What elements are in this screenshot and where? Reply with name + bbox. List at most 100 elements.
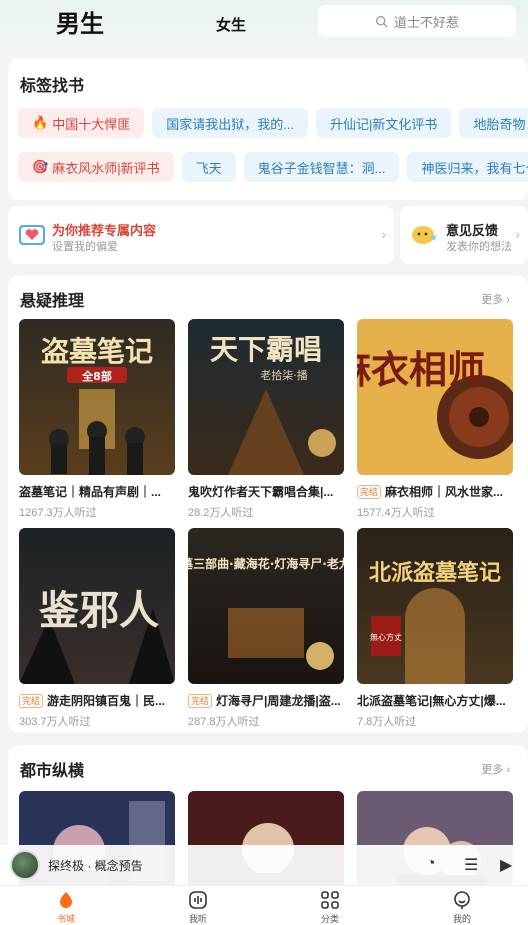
playlist-icon[interactable]: ☰ xyxy=(464,855,478,875)
tag-chip[interactable]: 地胎奇物 xyxy=(459,108,528,138)
search-placeholder: 道士不好惹 xyxy=(393,14,459,30)
book-card[interactable]: 盗墓三部曲·藏海花·灯海寻尸·老九门 完结灯海寻尸|周建龙播|盗... 287.… xyxy=(188,528,344,729)
feedback-card[interactable]: 意见反馈 发表你的想法 › xyxy=(400,206,528,264)
tag-label: 飞天 xyxy=(195,160,222,176)
book-cover: 天下霸唱 老拾柒·播 xyxy=(188,319,344,475)
search-icon xyxy=(375,15,388,28)
listen-icon xyxy=(189,891,207,909)
book-listens: 303.7万人听过 xyxy=(19,716,91,728)
book-title: 完结 灯海寻尸|周建龙播|盗... xyxy=(188,692,344,709)
tag-chip[interactable]: 飞天 xyxy=(181,152,236,182)
feedback-subtitle: 发表你的想法 xyxy=(446,241,512,253)
cover-title: 麻衣相师 xyxy=(357,347,485,392)
player-cover xyxy=(10,850,40,880)
heart-icon xyxy=(19,225,45,245)
nav-label: 书城 xyxy=(56,914,75,924)
book-title: 北派盗墓笔记|無心方丈|爆... xyxy=(357,692,513,709)
book-title: 完结 游走阴阳镇百鬼｜民... xyxy=(19,692,175,709)
completed-badge: 完结 xyxy=(188,693,213,708)
nav-bookstore[interactable]: 书城 xyxy=(0,886,132,925)
tag-label: 鬼谷子金钱智慧：洞... xyxy=(257,160,386,176)
book-listens: 7.8万人听过 xyxy=(357,716,417,728)
category-icon xyxy=(321,891,339,909)
cover-title: 鉴邪人 xyxy=(39,587,159,634)
cover-title: 盗墓笔记 xyxy=(41,335,153,368)
tag-row-2: 🎯麻衣风水师|新评书 飞天 鬼谷子金钱智慧：洞... 神医归来，我有七个... xyxy=(18,152,528,182)
recommend-title: 为你推荐专属内容 xyxy=(52,223,157,238)
book-title: 完结 麻衣相师｜风水世家... xyxy=(357,483,513,500)
book-title: 鬼吹灯作者天下霸唱合集|... xyxy=(188,483,344,500)
cover-title: 北派盗墓笔记 xyxy=(369,560,501,586)
book-title-text: 麻衣相师｜风水世家... xyxy=(385,485,504,499)
tag-label: 中国十大悍匪 xyxy=(52,116,131,132)
nav-mine[interactable]: 我的 xyxy=(396,886,528,925)
book-title-text: 游走阴阳镇百鬼｜民... xyxy=(47,694,166,708)
more-label: 更多 xyxy=(481,294,504,306)
book-card[interactable]: 麻衣相师 完结麻衣相师｜风水世家... 1577.4万人听过 xyxy=(357,319,513,520)
book-listens: 1577.4万人听过 xyxy=(357,507,435,519)
book-listens: 287.8万人听过 xyxy=(188,716,260,728)
play-icon[interactable]: ▶ xyxy=(500,855,512,875)
book-title-text: 北派盗墓笔记|無心方丈|爆... xyxy=(357,694,506,708)
tag-label: 国家请我出狱，我的... xyxy=(166,116,295,132)
completed-badge: 完结 xyxy=(19,693,44,708)
cover-title: 天下霸唱 xyxy=(210,333,322,366)
tag-chip[interactable]: 🔥 中国十大悍匪 xyxy=(18,108,145,138)
profile-icon xyxy=(454,891,470,909)
mini-player[interactable]: 探终极 · 概念预告 ◔ ☰ ▶ xyxy=(0,845,528,885)
book-cover: 北派盗墓笔记 無心方丈 xyxy=(357,528,513,684)
more-link[interactable]: 更多 › xyxy=(481,761,510,777)
book-listens: 28.2万人听过 xyxy=(188,507,254,519)
tag-label: 麻衣风水师|新评书 xyxy=(52,160,160,176)
nav-label: 分类 xyxy=(320,914,339,924)
book-title-text: 灯海寻尸|周建龙播|盗... xyxy=(216,694,341,708)
book-title-text: 盗墓笔记｜精品有声剧｜... xyxy=(19,485,162,499)
tag-label: 神医归来，我有七个... xyxy=(421,160,528,176)
bottom-nav: 书城 我听 分类 我的 xyxy=(0,885,528,925)
book-card[interactable]: 北派盗墓笔记 無心方丈 北派盗墓笔记|無心方丈|爆... 7.8万人听过 xyxy=(357,528,513,729)
book-cover: 麻衣相师 xyxy=(357,319,513,475)
timer-icon[interactable]: ◔ xyxy=(426,855,436,873)
section-mystery: 悬疑推理 更多 › 盗墓笔记 全8部 盗墓笔记｜精品有声剧｜... 1267.3… xyxy=(8,275,528,733)
book-cover: 盗墓笔记 全8部 xyxy=(19,319,175,475)
cover-title: 盗墓三部曲·藏海花·灯海寻尸·老九门 xyxy=(188,556,344,571)
recommend-card[interactable]: 为你推荐专属内容 设置我的偏爱 › xyxy=(8,206,394,264)
nav-listen[interactable]: 我听 xyxy=(132,886,264,925)
cover-subtitle: 全8部 xyxy=(81,369,112,383)
top-header: 男生 女生 道士不好惹 xyxy=(0,0,528,52)
tag-label: 升仙记|新文化评书 xyxy=(330,116,438,132)
nav-label: 我听 xyxy=(188,914,207,924)
completed-badge: 完结 xyxy=(357,484,382,499)
book-cover: 鉴邪人 xyxy=(19,528,175,684)
cover-subtitle: 老拾柒·播 xyxy=(260,368,308,382)
nav-category[interactable]: 分类 xyxy=(264,886,396,925)
tag-row-1: 🔥 中国十大悍匪 国家请我出狱，我的... 升仙记|新文化评书 地胎奇物 xyxy=(18,108,528,138)
player-title: 探终极 · 概念预告 xyxy=(48,859,143,873)
tag-finder-card: 标签找书 🔥 中国十大悍匪 国家请我出狱，我的... 升仙记|新文化评书 地胎奇物… xyxy=(8,58,528,200)
book-card[interactable]: 鉴邪人 完结 游走阴阳镇百鬼｜民... 303.7万人听过 xyxy=(19,528,175,729)
tag-chip[interactable]: 鬼谷子金钱智慧：洞... xyxy=(243,152,400,182)
more-label: 更多 xyxy=(481,764,504,776)
recommend-subtitle: 设置我的偏爱 xyxy=(52,241,118,253)
section-title: 悬疑推理 xyxy=(20,293,85,310)
book-title: 盗墓笔记｜精品有声剧｜... xyxy=(19,483,175,500)
feedback-title: 意见反馈 xyxy=(446,223,499,238)
tag-label: 地胎奇物 xyxy=(473,116,526,132)
book-listens: 1267.3万人听过 xyxy=(19,507,97,519)
book-card[interactable]: 盗墓笔记 全8部 盗墓笔记｜精品有声剧｜... 1267.3万人听过 xyxy=(19,319,175,520)
tab-female[interactable]: 女生 xyxy=(216,14,246,35)
book-card[interactable]: 天下霸唱 老拾柒·播 鬼吹灯作者天下霸唱合集|... 28.2万人听过 xyxy=(188,319,344,520)
bookstore-icon xyxy=(60,892,72,908)
book-title-text: 鬼吹灯作者天下霸唱合集|... xyxy=(188,485,334,499)
more-link[interactable]: 更多 › xyxy=(481,291,510,307)
tag-chip[interactable]: 🎯 麻衣风水师|新评书 xyxy=(18,152,174,182)
tag-chip[interactable]: 国家请我出狱，我的... xyxy=(152,108,309,138)
tag-chip[interactable]: 升仙记|新文化评书 xyxy=(316,108,452,138)
tag-finder-title: 标签找书 xyxy=(20,78,85,95)
chevron-right-icon: › xyxy=(515,226,520,242)
feedback-icon xyxy=(412,226,437,244)
tag-chip[interactable]: 神医归来，我有七个... xyxy=(407,152,528,182)
tab-male[interactable]: 男生 xyxy=(56,4,104,39)
search-input[interactable]: 道士不好惹 xyxy=(318,5,516,37)
fire-icon: 🔥 xyxy=(32,115,49,130)
